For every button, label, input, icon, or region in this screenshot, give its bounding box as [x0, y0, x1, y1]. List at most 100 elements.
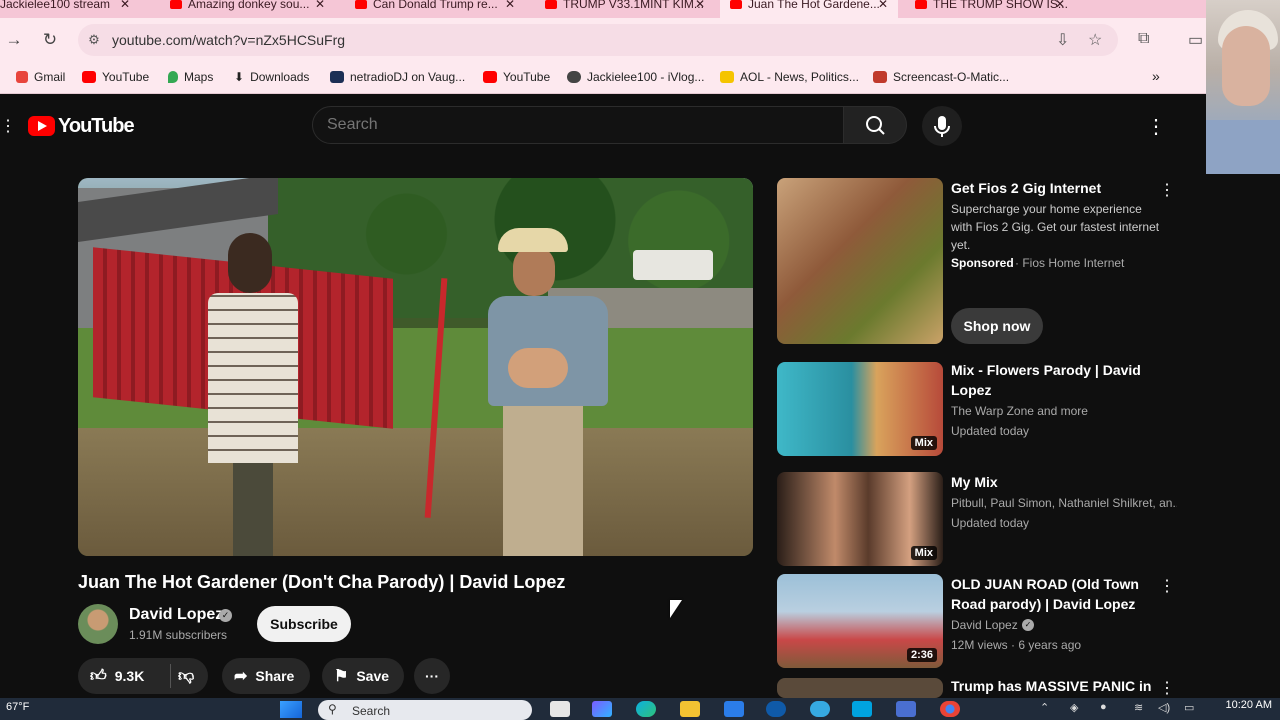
like-button[interactable]: 👍︎ 9.3K: [78, 658, 168, 694]
store-icon[interactable]: [724, 701, 744, 717]
skype-icon[interactable]: [852, 701, 872, 717]
video-title[interactable]: My Mix: [951, 472, 1171, 492]
more-options-icon[interactable]: ⋮: [1146, 114, 1166, 139]
wifi-icon[interactable]: ≋: [1134, 701, 1143, 714]
browser-tab[interactable]: THE TRUMP SHOW IS... ✕: [905, 0, 1075, 18]
video-thumbnail[interactable]: Mix: [777, 362, 943, 456]
thumbs-up-icon: 👍︎: [90, 668, 107, 685]
chevron-up-icon[interactable]: ⌃: [1040, 701, 1049, 714]
share-label: Share: [255, 668, 295, 684]
recommendation-item[interactable]: Mix Mix - Flowers Parody | David Lopez T…: [777, 362, 1187, 457]
reload-icon[interactable]: ↻: [40, 30, 60, 50]
like-dislike-group: 👍︎ 9.3K 👎︎: [78, 658, 208, 694]
video-title[interactable]: Mix - Flowers Parody | David Lopez: [951, 360, 1171, 400]
browser-tab[interactable]: Can Donald Trump re... ✕: [345, 0, 525, 18]
save-button[interactable]: ⚑ Save: [322, 658, 404, 694]
channel-name[interactable]: David Lopez: [951, 616, 1018, 634]
task-view-icon[interactable]: [550, 701, 570, 717]
close-icon[interactable]: ✕: [120, 0, 130, 10]
search-button[interactable]: [843, 106, 907, 144]
bookmark-item[interactable]: ⬇ Downloads: [234, 70, 309, 84]
bookmark-label: AOL - News, Politics...: [740, 70, 859, 84]
close-icon[interactable]: ✕: [505, 0, 515, 10]
bookmark-label: Maps: [184, 70, 214, 84]
bookmark-item[interactable]: Gmail: [16, 70, 65, 84]
video-thumbnail[interactable]: 2:36: [777, 574, 943, 668]
bookmark-item[interactable]: YouTube: [483, 70, 550, 84]
recommendation-item[interactable]: Trump has MASSIVE PANIC in ⋮: [777, 678, 1187, 698]
download-icon: ⬇: [234, 70, 245, 84]
weather-widget[interactable]: 67°F: [6, 701, 29, 713]
gmail-icon: [16, 71, 28, 83]
tray-icon[interactable]: ◈: [1070, 701, 1078, 714]
close-icon[interactable]: ✕: [1055, 0, 1065, 10]
ad-card[interactable]: Get Fios 2 Gig Internet Supercharge your…: [777, 178, 1187, 348]
youtube-logo[interactable]: YouTube: [28, 115, 135, 138]
search-box[interactable]: [312, 106, 844, 144]
channel-avatar[interactable]: [78, 604, 118, 644]
site-info-icon[interactable]: ⚙: [86, 32, 102, 48]
bookmark-item[interactable]: Screencast-O-Matic...: [873, 70, 1009, 84]
browser-tab[interactable]: Jackielee100 stream ✕: [0, 0, 140, 18]
video-thumbnail[interactable]: [777, 678, 943, 698]
voice-search-button[interactable]: [922, 106, 962, 146]
more-actions-button[interactable]: ···: [414, 658, 450, 694]
ad-thumbnail[interactable]: [777, 178, 943, 344]
sponsored-label: Sponsored: [951, 256, 1014, 270]
chrome-icon[interactable]: [940, 701, 960, 717]
bookmarks-overflow-icon[interactable]: »: [1152, 68, 1160, 84]
video-title[interactable]: Trump has MASSIVE PANIC in: [951, 678, 1161, 696]
youtube-icon: [730, 0, 742, 9]
browser-tab[interactable]: TRUMP V33.1MINT KIM... ✕: [535, 0, 715, 18]
browser-tab[interactable]: Amazing donkey sou... ✕: [160, 0, 335, 18]
extensions-icon[interactable]: ⧉: [1138, 30, 1149, 48]
recommendation-item[interactable]: Mix My Mix Pitbull, Paul Simon, Nathanie…: [777, 472, 1187, 567]
more-vertical-icon[interactable]: ⋮: [1159, 678, 1175, 698]
taskbar-search[interactable]: ⚲ Search: [318, 700, 532, 720]
app-icon[interactable]: [810, 701, 830, 717]
more-vertical-icon[interactable]: ⋮: [1159, 180, 1175, 200]
security-icon[interactable]: [896, 701, 916, 717]
ad-title[interactable]: Get Fios 2 Gig Internet: [951, 178, 1171, 198]
battery-icon[interactable]: ▭: [1184, 701, 1194, 714]
subscribe-button[interactable]: Subscribe: [257, 606, 351, 642]
bookmark-star-icon[interactable]: ☆: [1088, 30, 1102, 50]
bookmark-item[interactable]: netradioDJ on Vaug...: [330, 70, 465, 84]
bookmark-item[interactable]: Jackielee100 - iVlog...: [567, 70, 704, 84]
more-vertical-icon[interactable]: ⋮: [1159, 576, 1175, 596]
share-button[interactable]: ➦ Share: [222, 658, 310, 694]
search-input[interactable]: [327, 115, 827, 135]
sidebar-icon[interactable]: ▭: [1188, 30, 1203, 50]
tab-label: Jackielee100 stream: [0, 0, 111, 11]
logo-text: YouTube: [58, 115, 135, 137]
channel-name[interactable]: David Lopez: [129, 606, 223, 624]
menu-icon[interactable]: ⋮: [0, 116, 16, 136]
bookmark-item[interactable]: AOL - News, Politics...: [720, 70, 859, 84]
edge-icon[interactable]: [636, 701, 656, 717]
clock[interactable]: 10:20 AM: [1212, 699, 1272, 711]
bookmark-item[interactable]: YouTube: [82, 70, 149, 84]
video-thumbnail[interactable]: Mix: [777, 472, 943, 566]
bookmark-label: YouTube: [102, 70, 150, 84]
address-bar[interactable]: ⚙ youtube.com/watch?v=nZx5HCSuFrg ⇩ ☆: [78, 24, 1118, 56]
url-text[interactable]: youtube.com/watch?v=nZx5HCSuFrg: [112, 32, 345, 48]
browser-tab-active[interactable]: Juan The Hot Gardene... ✕: [720, 0, 898, 18]
video-player[interactable]: [78, 178, 753, 556]
hp-icon[interactable]: [766, 701, 786, 717]
close-icon[interactable]: ✕: [695, 0, 705, 10]
copilot-icon[interactable]: [592, 701, 612, 717]
install-icon[interactable]: ⇩: [1056, 30, 1069, 50]
recommendation-item[interactable]: 2:36 OLD JUAN ROAD (Old Town Road parody…: [777, 574, 1187, 668]
tray-icon[interactable]: ●: [1100, 701, 1107, 713]
share-icon: ➦: [234, 668, 248, 685]
file-explorer-icon[interactable]: [680, 701, 700, 717]
start-button[interactable]: [280, 701, 302, 718]
video-title[interactable]: OLD JUAN ROAD (Old Town Road parody) | D…: [951, 574, 1171, 614]
forward-icon[interactable]: →: [4, 30, 24, 50]
bookmark-item[interactable]: Maps: [168, 70, 213, 84]
volume-icon[interactable]: ◁): [1158, 701, 1170, 714]
close-icon[interactable]: ✕: [878, 0, 888, 10]
shop-now-button[interactable]: Shop now: [951, 308, 1043, 344]
dislike-button[interactable]: 👎︎: [174, 658, 208, 694]
close-icon[interactable]: ✕: [315, 0, 325, 10]
